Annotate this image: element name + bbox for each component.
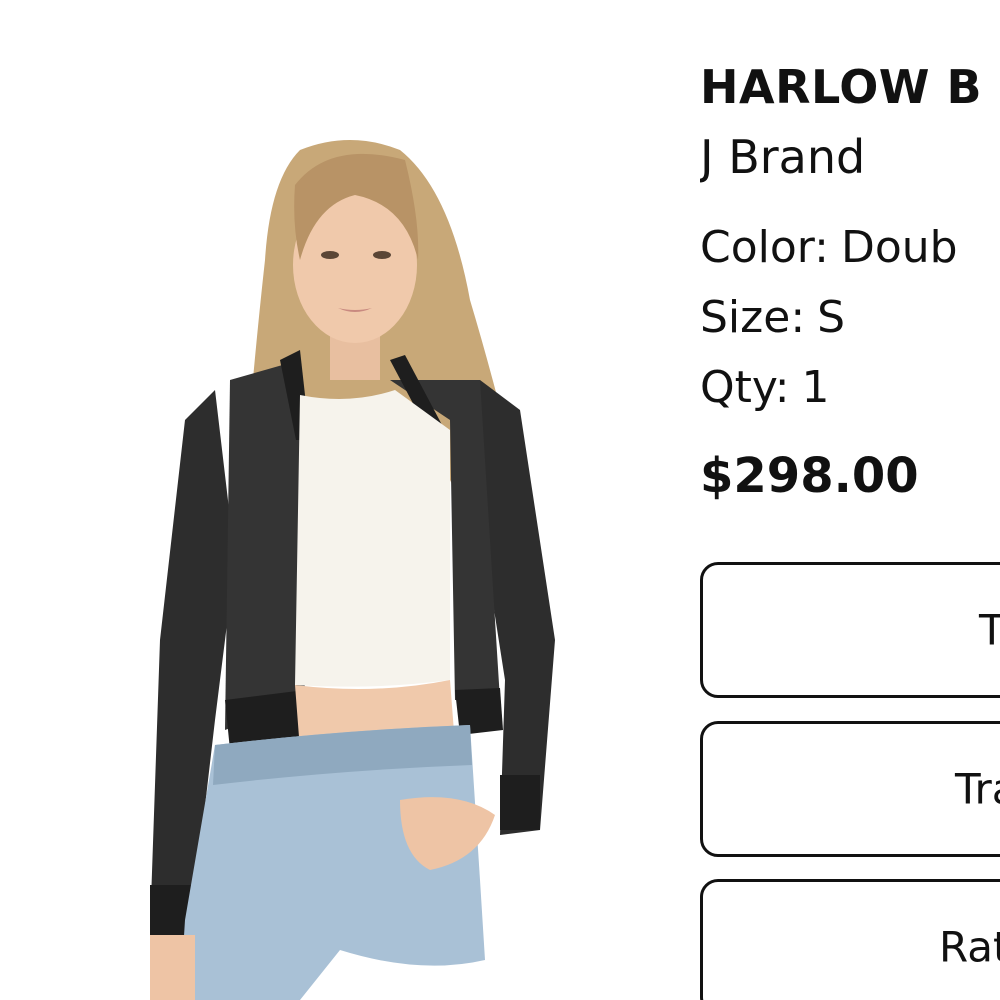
action-button-2-label: Tra	[955, 764, 1000, 814]
product-brand[interactable]: J Brand	[700, 130, 865, 184]
action-button-1[interactable]: T	[700, 562, 1000, 698]
product-photo-illustration	[0, 0, 660, 1000]
action-button-1-label: T	[979, 606, 1000, 655]
qty-row: Qty: 1	[700, 362, 830, 413]
product-price: $298.00	[700, 448, 919, 504]
order-item-page: HARLOW B J Brand Color: Doub Size: S Qty: 1…	[0, 0, 1000, 1000]
color-label: Color:	[700, 222, 829, 273]
action-button-3[interactable]: Rat	[700, 879, 1000, 1000]
action-button-3-label: Rat	[939, 922, 1000, 972]
qty-value: 1	[801, 362, 830, 413]
size-value: S	[817, 292, 846, 343]
product-photo[interactable]	[0, 0, 660, 1000]
product-details-panel: HARLOW B J Brand Color: Doub Size: S Qty: 1…	[700, 0, 1000, 1000]
size-label: Size:	[700, 292, 806, 343]
action-button-2[interactable]: Tra	[700, 721, 1000, 857]
size-row: Size: S	[700, 292, 845, 343]
product-title[interactable]: HARLOW B	[700, 60, 982, 114]
color-value: Doub	[840, 222, 958, 273]
qty-label: Qty:	[700, 362, 790, 413]
color-row: Color: Doub	[700, 222, 958, 273]
